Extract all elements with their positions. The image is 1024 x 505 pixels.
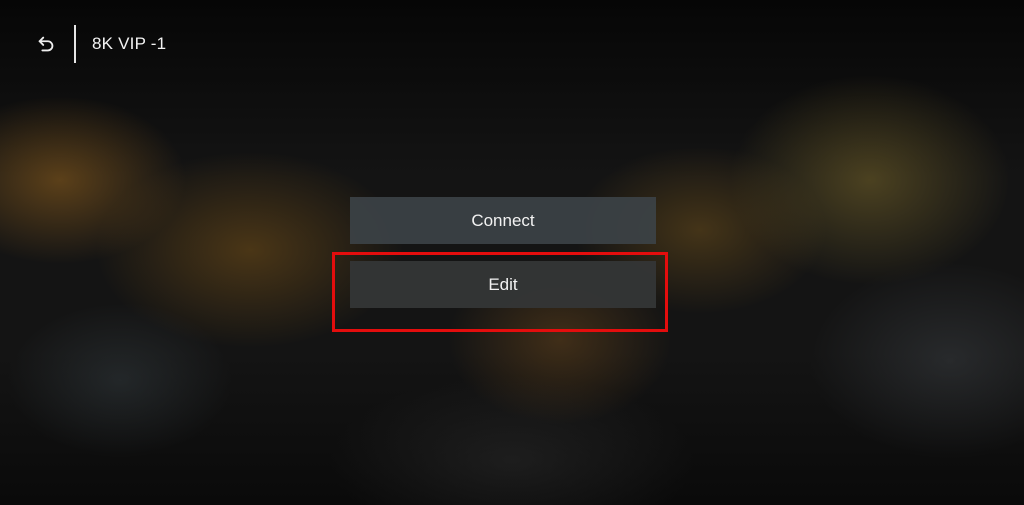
connect-button[interactable]: Connect	[350, 197, 656, 244]
page-title: 8K VIP -1	[92, 34, 167, 53]
header-divider	[74, 25, 76, 63]
screen: 8K VIP -1 Connect Edit	[0, 0, 1024, 505]
edit-button[interactable]: Edit	[350, 261, 656, 308]
action-menu: Connect Edit	[350, 197, 656, 308]
back-arrow-icon	[38, 36, 54, 52]
back-button[interactable]	[32, 30, 60, 58]
header: 8K VIP -1	[32, 24, 166, 64]
